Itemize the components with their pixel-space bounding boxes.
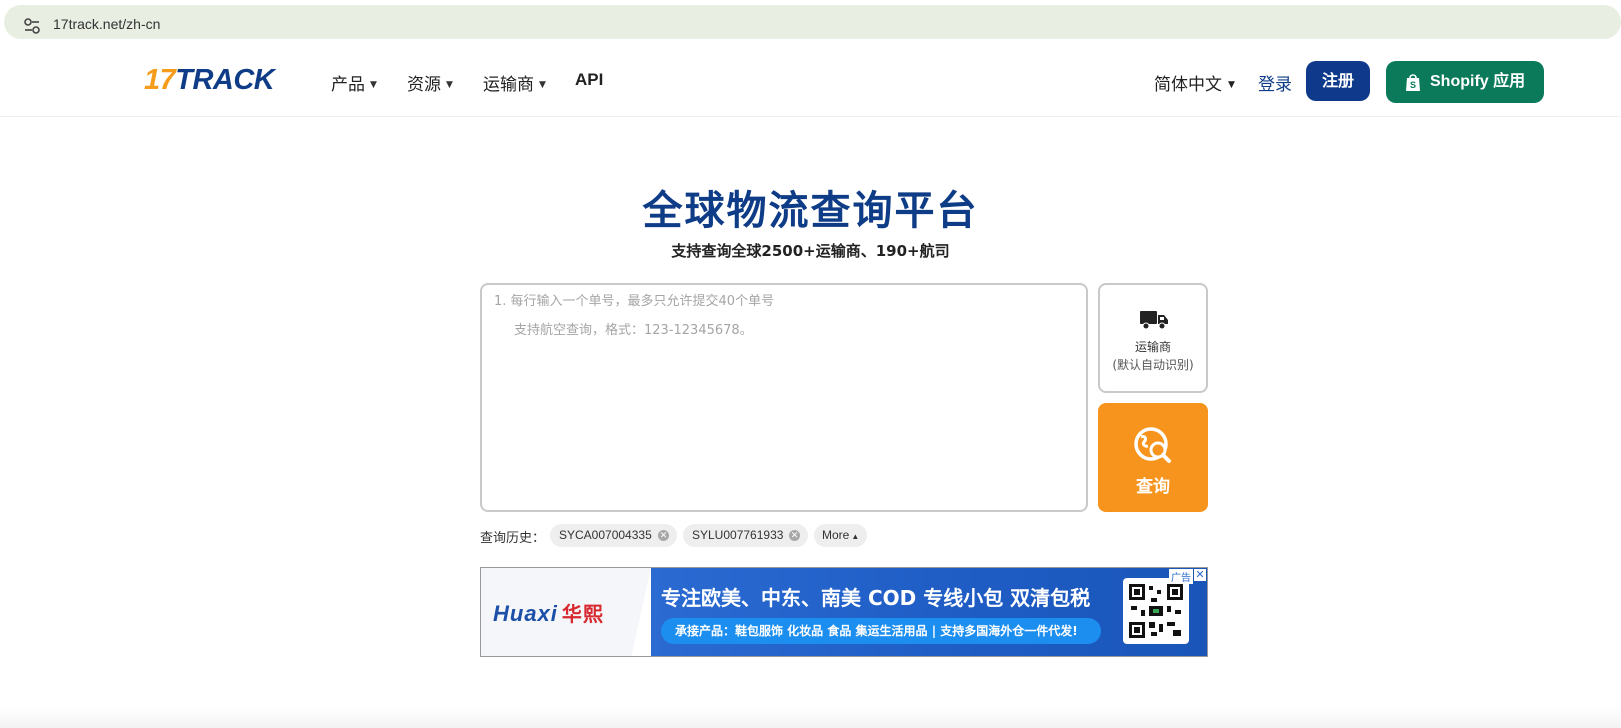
logo-17: 17 bbox=[144, 64, 176, 96]
input-placeholder-line-2: 支持航空查询，格式：123-12345678。 bbox=[514, 323, 753, 338]
query-button[interactable]: 查询 bbox=[1098, 403, 1208, 512]
site-header: 17TRACK 产品 ▼ 资源 ▼ 运输商 ▼ API 简体中文 ▼ 登录 注册 S S… bbox=[0, 44, 1621, 117]
ad-brand-latin: Huaxi bbox=[493, 601, 558, 626]
close-icon[interactable]: ✕ bbox=[1194, 569, 1206, 581]
nav-label: 资源 bbox=[407, 75, 441, 95]
nav-api[interactable]: API bbox=[575, 70, 603, 90]
input-placeholder-line-1: 1. 每行输入一个单号，最多只允许提交40个单号 bbox=[494, 294, 775, 309]
caret-down-icon: ▼ bbox=[370, 80, 377, 90]
page-subtitle: 支持查询全球2500+运输商、190+航司 bbox=[671, 242, 950, 260]
browser-address-bar: 17track.net/zh-cn bbox=[0, 0, 1621, 44]
language-selector[interactable]: 简体中文 ▼ bbox=[1154, 70, 1235, 95]
shopify-label: Shopify 应用 bbox=[1430, 73, 1526, 90]
carrier-label: 运输商 bbox=[1134, 340, 1171, 354]
shopify-bag-icon: S bbox=[1406, 74, 1420, 91]
caret-up-icon: ▲ bbox=[851, 532, 860, 541]
qr-code-icon bbox=[1123, 578, 1189, 644]
shopify-app-button[interactable]: S Shopify 应用 bbox=[1386, 61, 1544, 103]
history-more-button[interactable]: More ▲ bbox=[814, 524, 868, 547]
svg-text:S: S bbox=[1410, 80, 1416, 90]
history-chip[interactable]: SYLU007761933 ✕ bbox=[683, 524, 808, 547]
history-chip-label: SYLU007761933 bbox=[692, 528, 784, 542]
more-label: More bbox=[822, 528, 850, 542]
truck-icon bbox=[1140, 311, 1168, 330]
ad-subline: 承接产品：鞋包服饰 化妆品 食品 集运生活用品 | 支持多国海外仓一件代发! bbox=[661, 618, 1101, 644]
remove-icon[interactable]: ✕ bbox=[789, 530, 800, 541]
address-pill[interactable]: 17track.net/zh-cn bbox=[4, 5, 1621, 39]
history-label: 查询历史： bbox=[480, 531, 546, 546]
tune-icon[interactable] bbox=[22, 17, 42, 35]
globe-search-icon bbox=[1134, 427, 1171, 463]
logo-track: TRACK bbox=[175, 64, 275, 96]
carrier-auto-detect-note: (默认自动识别) bbox=[1112, 358, 1194, 372]
page-bottom-shade bbox=[0, 708, 1621, 728]
page-title: 全球物流查询平台 bbox=[642, 188, 979, 234]
register-button[interactable]: 注册 bbox=[1306, 61, 1370, 101]
caret-down-icon: ▼ bbox=[1228, 80, 1235, 90]
ad-brand-logo: Huaxi 华熙 bbox=[493, 598, 604, 627]
ad-banner[interactable]: Huaxi 华熙 专注欧美、中东、南美 COD 专线小包 双清包税 承接产品：鞋包… bbox=[480, 567, 1208, 657]
ad-tag: 广告 bbox=[1169, 569, 1193, 584]
login-link[interactable]: 登录 bbox=[1258, 70, 1292, 95]
ad-headline: 专注欧美、中东、南美 COD 专线小包 双清包税 bbox=[661, 586, 1091, 610]
language-label: 简体中文 bbox=[1154, 75, 1222, 95]
nav-label: API bbox=[575, 70, 604, 89]
nav-label: 运输商 bbox=[483, 75, 534, 95]
url-text[interactable]: 17track.net/zh-cn bbox=[53, 16, 160, 32]
query-label: 查询 bbox=[1136, 477, 1170, 497]
logo[interactable]: 17TRACK bbox=[144, 64, 275, 96]
carrier-select-button[interactable]: 运输商 (默认自动识别) bbox=[1098, 283, 1208, 393]
caret-down-icon: ▼ bbox=[446, 80, 453, 90]
caret-down-icon: ▼ bbox=[539, 80, 546, 90]
history-chip[interactable]: SYCA007004335 ✕ bbox=[550, 524, 677, 547]
nav-products[interactable]: 产品 ▼ bbox=[331, 70, 377, 95]
ad-brand-cn: 华熙 bbox=[561, 604, 604, 626]
tracking-number-input[interactable] bbox=[480, 283, 1088, 512]
remove-icon[interactable]: ✕ bbox=[658, 530, 669, 541]
nav-label: 产品 bbox=[331, 75, 365, 95]
nav-carriers[interactable]: 运输商 ▼ bbox=[483, 70, 546, 95]
history-chip-label: SYCA007004335 bbox=[559, 528, 652, 542]
nav-resources[interactable]: 资源 ▼ bbox=[407, 70, 453, 95]
